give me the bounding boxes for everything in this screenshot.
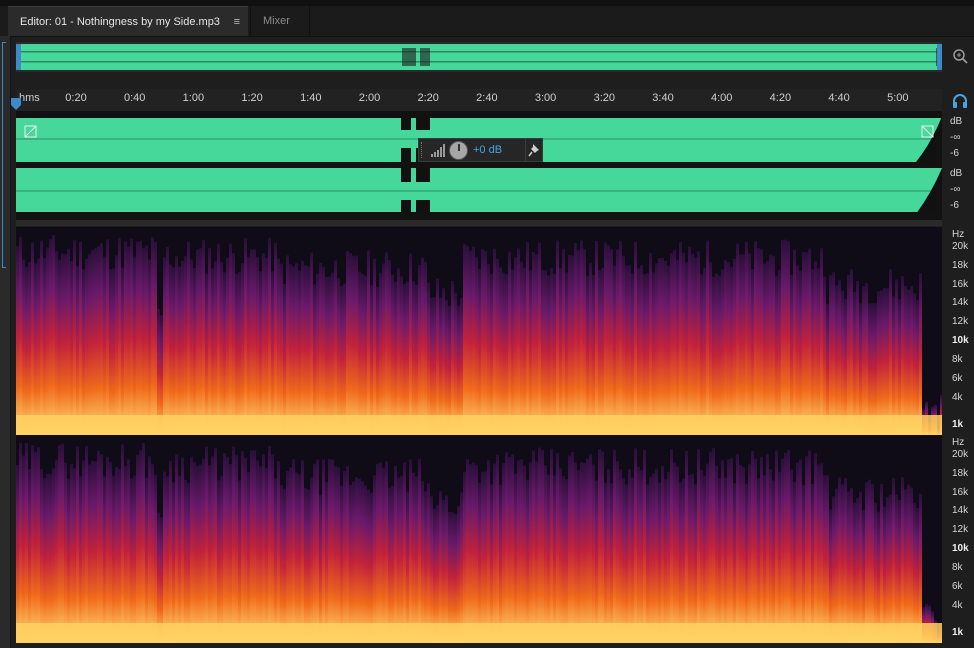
ruler-tick-label: 4:20: [769, 92, 792, 104]
scale-db-unit-bottom: dB: [950, 168, 963, 179]
volume-knob[interactable]: [449, 141, 468, 160]
ruler-tick-label: 3:40: [652, 92, 674, 104]
waveform-amplitude-scale: dB -∞ -6 dB -∞ -6: [942, 112, 974, 220]
ruler-tick-label: 4:40: [828, 92, 850, 104]
scale-inf-bottom: -∞: [950, 184, 961, 195]
ruler-tick-label: 3:20: [593, 92, 616, 104]
ruler-tick-label: 1:40: [300, 92, 322, 104]
hz-label: 20k: [952, 449, 969, 460]
hz-label: 20k: [952, 241, 969, 252]
hz-label: 10k: [952, 335, 969, 346]
overview-right-handle[interactable]: [937, 44, 942, 70]
hz-label: 12k: [952, 316, 969, 327]
hz-label: 1k: [952, 627, 964, 638]
overview-waveform[interactable]: [16, 42, 942, 72]
overview-left-handle[interactable]: [16, 44, 21, 70]
ruler-tick-label: 0:20: [65, 92, 87, 104]
hz-label: 4k: [952, 600, 963, 611]
time-ruler[interactable]: hms 0:20 0:40 1:00 1:20 1:40 2:00 2:20 2:40 3:00…: [16, 89, 942, 112]
volume-bars-icon: [431, 144, 445, 157]
scale-neg6-top: -6: [950, 148, 959, 159]
hz-label: 4k: [952, 392, 963, 403]
hz-label: 14k: [952, 297, 969, 308]
waveform-channel-right: [16, 168, 942, 214]
headphone-icon[interactable]: [952, 94, 968, 108]
ruler-tick-label: 2:00: [358, 92, 381, 104]
ruler-tick-label: 1:20: [241, 92, 263, 104]
volume-value[interactable]: +0 dB: [473, 144, 502, 156]
tab-mixer-label: Mixer: [263, 15, 290, 27]
waveform-display[interactable]: [16, 112, 942, 220]
hz-label: 12k: [952, 524, 969, 535]
ruler-tick-label: 2:40: [476, 92, 498, 104]
ruler-tick-label: 3:00: [534, 92, 557, 104]
hz-label: 18k: [952, 260, 969, 271]
ruler-unit: hms: [19, 92, 40, 104]
hz-label: 6k: [952, 581, 963, 592]
tab-editor[interactable]: Editor: 01 - Nothingness by my Side.mp3 …: [8, 6, 248, 36]
pin-icon[interactable]: [528, 143, 541, 157]
zoom-icon[interactable]: [950, 46, 970, 66]
scale-neg6-bottom: -6: [950, 200, 959, 211]
ruler-tick-label: 2:20: [417, 92, 439, 104]
ruler-tick-label: 5:00: [887, 92, 909, 104]
tab-editor-label: Editor: 01 - Nothingness by my Side.mp3: [20, 16, 220, 28]
hz-unit-top: Hz: [952, 229, 965, 240]
ruler-tick-label: 0:40: [123, 92, 146, 104]
hz-label: 1k: [952, 419, 964, 430]
playhead-marker[interactable]: [11, 98, 21, 110]
hz-label: 8k: [952, 354, 963, 365]
channel-separator: [16, 162, 942, 168]
ruler-tick-label: 1:00: [182, 92, 205, 104]
ruler-tick-label: 4:00: [710, 92, 733, 104]
hz-label: 14k: [952, 505, 969, 516]
hz-label: 8k: [952, 562, 963, 573]
volume-hud[interactable]: +0 dB: [418, 138, 543, 162]
spectral-resize-divider[interactable]: [16, 220, 942, 226]
overview-visible-range: [20, 44, 938, 70]
scale-inf-top: -∞: [950, 132, 961, 143]
tab-bar: Editor: 01 - Nothingness by my Side.mp3 …: [0, 0, 974, 37]
tab-mixer[interactable]: Mixer: [250, 6, 310, 36]
hamburger-menu-icon[interactable]: ≡: [234, 7, 240, 37]
hud-grip-handle[interactable]: [421, 142, 428, 158]
hz-unit-bottom: Hz: [952, 437, 965, 448]
spectral-display-left-channel[interactable]: [16, 227, 942, 435]
hz-label: 16k: [952, 279, 969, 290]
scale-db-unit-top: dB: [950, 116, 963, 127]
hz-label: 16k: [952, 487, 969, 498]
frequency-scale: Hz 20k 18k 16k 14k 12k 10k 8k 6k 4k 1k Hz 20k 18k 16k 1…: [942, 227, 974, 643]
selection-bracket: [2, 42, 6, 268]
spectral-display-right-channel[interactable]: [16, 435, 942, 643]
hz-label: 6k: [952, 373, 963, 384]
hz-label: 18k: [952, 468, 969, 479]
left-panel-strip: [0, 36, 11, 648]
hz-label: 10k: [952, 543, 969, 554]
hud-separator: [525, 139, 526, 161]
